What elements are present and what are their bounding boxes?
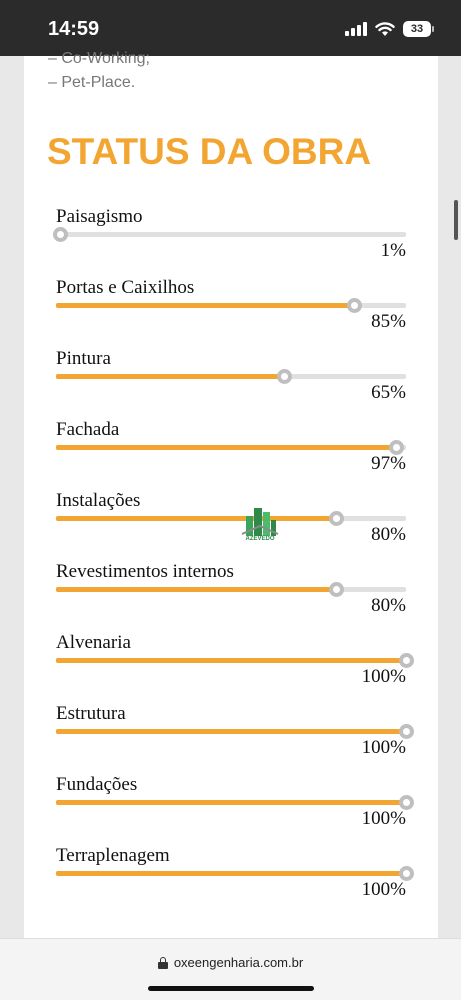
progress-label: Fundações (56, 774, 138, 795)
progress-label: Revestimentos internos (56, 561, 234, 582)
signal-icon (345, 22, 367, 36)
progress-label: Pintura (56, 348, 111, 369)
progress-value: 100% (361, 879, 406, 900)
progress-track (56, 511, 406, 526)
progress-fill (56, 516, 336, 521)
progress-label: Paisagismo (56, 206, 143, 227)
progress-fill (56, 729, 406, 734)
progress-item: Portas e Caixilhos 85% (56, 277, 406, 337)
buildings-logo-icon (241, 508, 279, 536)
progress-track (56, 369, 406, 384)
progress-value: 65% (371, 382, 406, 403)
progress-fill (56, 374, 284, 379)
progress-value: 97% (371, 453, 406, 474)
clock: 14:59 (48, 18, 100, 40)
watermark-logo: AZEVEDO (240, 504, 280, 552)
amenity-item: – Pet-Place. (48, 74, 136, 91)
progress-knob (346, 298, 362, 313)
progress-track (56, 724, 414, 739)
progress-track (52, 227, 406, 242)
progress-fill (56, 587, 336, 592)
battery-icon: 33 (403, 21, 434, 37)
progress-knob (52, 227, 68, 242)
scrollbar[interactable] (454, 200, 458, 240)
section-title: STATUS DA OBRA (47, 131, 372, 172)
progress-item: Alvenaria 100% (56, 632, 414, 692)
progress-label: Alvenaria (56, 632, 131, 653)
progress-track (56, 866, 414, 881)
watermark-name: AZEVEDO (245, 536, 275, 542)
progress-track (56, 795, 414, 810)
progress-value: 80% (371, 524, 406, 545)
lock-icon (157, 956, 168, 969)
progress-fill (56, 658, 406, 663)
progress-item: Fundações 100% (56, 774, 414, 834)
address-bar[interactable]: oxeengenharia.com.br (0, 955, 461, 970)
progress-label: Instalações (56, 490, 141, 511)
progress-value: 100% (361, 808, 406, 829)
progress-value: 1% (380, 240, 406, 261)
progress-knob (329, 582, 344, 597)
progress-label: Portas e Caixilhos (56, 277, 195, 298)
progress-item: Fachada 97% (56, 419, 406, 479)
wifi-icon (375, 21, 395, 36)
amenity-item: – Co-Working; (48, 50, 150, 67)
progress-fill (56, 445, 396, 450)
progress-track (56, 440, 406, 455)
progress-item: Paisagismo 1% (52, 206, 406, 266)
progress-value: 100% (361, 737, 406, 758)
progress-value: 80% (371, 595, 406, 616)
progress-fill (56, 800, 406, 805)
status-icons: 33 (345, 20, 434, 38)
url-text: oxeengenharia.com.br (173, 955, 304, 970)
progress-item: Estrutura 100% (56, 703, 414, 763)
progress-track (56, 298, 406, 313)
content-card: – Co-Working; – Pet-Place. STATUS DA OBR… (24, 50, 438, 938)
progress-label: Fachada (56, 419, 120, 440)
progress-fill (56, 303, 354, 308)
progress-label: Terraplenagem (56, 845, 170, 866)
progress-item: Instalações 80% (56, 490, 406, 550)
progress-track (56, 653, 414, 668)
progress-item: Pintura 65% (56, 348, 406, 408)
progress-knob (276, 369, 292, 384)
progress-item: Terraplenagem 100% (56, 845, 414, 905)
progress-label: Estrutura (56, 703, 126, 724)
progress-fill (56, 871, 406, 876)
progress-value: 100% (361, 666, 406, 687)
progress-value: 85% (371, 311, 406, 332)
browser-bottom-bar: oxeengenharia.com.br (0, 938, 461, 1000)
status-bar: 14:59 33 (0, 0, 461, 56)
progress-knob (329, 511, 344, 526)
home-indicator[interactable] (148, 986, 314, 991)
progress-track (56, 582, 406, 597)
progress-item: Revestimentos internos 80% (56, 561, 406, 621)
